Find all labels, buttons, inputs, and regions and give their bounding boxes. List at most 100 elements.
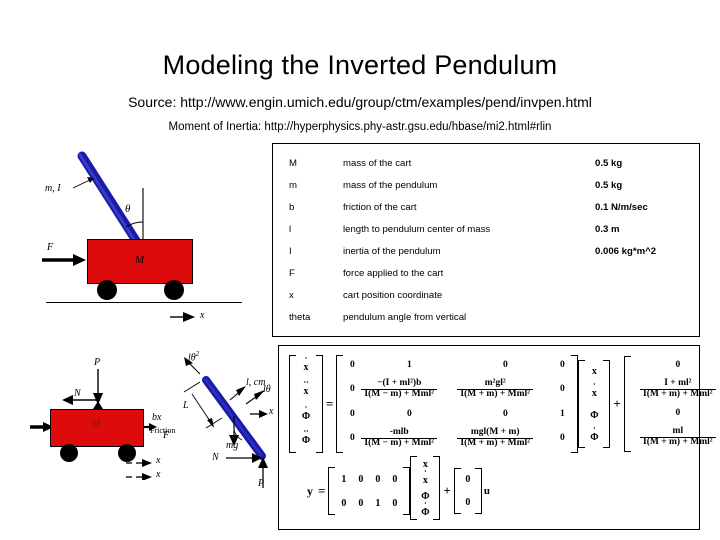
- state-1: x: [591, 365, 597, 377]
- a-matrix-row: 0 -mlb I(M − m) + Mml² mgl(M + m) I(M + …: [343, 426, 571, 449]
- fraction-numerator: I + ml²: [664, 377, 692, 388]
- param-value: [595, 262, 687, 284]
- param-symbol: I: [289, 245, 292, 257]
- pendulum-fbd-tangential-label: lθ: [263, 384, 271, 395]
- c-cell: 1: [341, 473, 347, 485]
- state-deriv-1: x ⋅: [303, 353, 309, 373]
- d-matrix: 0 0: [453, 468, 482, 514]
- state-2: x ⋅: [422, 466, 428, 486]
- bracket-left-icon: [578, 360, 586, 448]
- a-cell: 0: [350, 359, 355, 370]
- c-matrix-row: 1 0 0 0: [335, 474, 403, 485]
- param-description: length to pendulum center of mass: [343, 223, 491, 235]
- fraction-denominator: I(M − m) + Mml²: [361, 388, 438, 400]
- pendulum-fbd-length-label: L: [183, 400, 189, 411]
- param-description: cart position coordinate: [343, 289, 443, 301]
- table-row: x cart position coordinate: [289, 284, 687, 306]
- cart-wheel-left: [97, 280, 117, 300]
- friction-subject: x: [157, 412, 162, 423]
- bracket-right-icon: [474, 468, 482, 514]
- a-matrix-row: 0 0 0 1: [343, 409, 571, 419]
- fraction-denominator: I(M + m) + Mml²: [640, 436, 716, 448]
- cart-position-axis-label: x: [200, 310, 205, 321]
- param-value: 0.5 kg: [595, 179, 623, 191]
- state-derivative-vector: x ⋅ x ⋅⋅ Φ ⋅ Φ ⋅⋅: [289, 353, 323, 453]
- bracket-left-icon: [623, 356, 631, 452]
- a-cell: -mlb I(M − m) + Mml²: [361, 426, 457, 449]
- fraction-denominator: I(M + m) + Mml²: [640, 388, 716, 400]
- state-space-equation-box: x ⋅ x ⋅⋅ Φ ⋅ Φ ⋅⋅ = 0 1 0 0 0 −(I + ml²)…: [278, 345, 716, 530]
- table-row: I inertia of the pendulum 0.006 kg*m^2: [289, 240, 687, 262]
- a-cell: −(I + ml²)b I(M − m) + Mml²: [361, 377, 457, 400]
- a-cell: 0: [503, 408, 508, 419]
- table-row: b friction of the cart 0.1 N/m/sec: [289, 196, 687, 218]
- b-cell: ml I(M + m) + Mml²: [631, 425, 720, 448]
- plus-sign: +: [613, 396, 621, 411]
- param-symbol: M: [289, 157, 297, 169]
- state-4: Φ ⋅: [421, 498, 430, 518]
- cart-wheel-right: [164, 280, 184, 300]
- param-symbol: x: [289, 289, 294, 301]
- a-cell: 0: [560, 384, 565, 395]
- cart-fbd-mass-label: M: [92, 419, 101, 430]
- cart-mass-label: M: [135, 254, 145, 266]
- b-cell: 0: [675, 360, 681, 371]
- source-url-line: Source: http://www.engin.umich.edu/group…: [128, 94, 592, 110]
- input-symbol: u: [483, 485, 490, 497]
- param-description: inertia of the pendulum: [343, 245, 441, 257]
- equals-sign: =: [326, 396, 334, 411]
- fraction-numerator: mgl(M + m): [470, 426, 520, 437]
- parameter-table-box: M mass of the cart 0.5 kg m mass of the …: [272, 143, 700, 337]
- table-row: M mass of the cart 0.5 kg: [289, 152, 687, 174]
- pendulum-free-body-diagram: lθ2 l, cm lθ L x bx Friction mg N P: [150, 351, 275, 492]
- c-cell: 0: [392, 497, 398, 509]
- table-row: m mass of the pendulum 0.5 kg: [289, 174, 687, 196]
- parameter-table: M mass of the cart 0.5 kg m mass of the …: [289, 152, 687, 328]
- state-deriv-2: x ⋅⋅: [303, 378, 309, 398]
- a-matrix: 0 1 0 0 0 −(I + ml²)b I(M − m) + Mml² m²…: [336, 355, 579, 453]
- a-matrix-row: 0 −(I + ml²)b I(M − m) + Mml² m²gl² I(M …: [343, 377, 571, 400]
- param-symbol: b: [289, 201, 295, 213]
- cart-fbd-wheel-right: [118, 444, 136, 462]
- param-value: 0.006 kg*m^2: [595, 245, 657, 257]
- pendulum-fbd-icon: [183, 357, 268, 488]
- output-equation: y = 1 0 0 0 0 0 1 0 x x ⋅ Φ Φ ⋅ + 0 0 u: [307, 456, 490, 521]
- c-cell: 0: [375, 473, 381, 485]
- a-cell: 0: [560, 359, 565, 370]
- state-3: Φ: [590, 409, 599, 421]
- d-cell: 0: [465, 474, 471, 485]
- param-description: friction of the cart: [343, 201, 417, 213]
- cart-fbd-wheel-left: [60, 444, 78, 462]
- pendulum-mass-inertia-label: m, I: [45, 183, 61, 194]
- a-cell: 0: [350, 384, 355, 395]
- pendulum-fbd-weight-label: mg: [226, 440, 239, 451]
- fraction-numerator: -mlb: [389, 426, 409, 437]
- b-cell: I + ml² I(M + m) + Mml²: [631, 377, 720, 400]
- output-symbol: y: [307, 483, 313, 498]
- inertia-reference-line: Moment of Inertia: http://hyperphysics.p…: [168, 121, 552, 133]
- a-matrix-row: 0 1 0 0: [343, 360, 571, 370]
- state-4: Φ ⋅: [590, 423, 599, 443]
- table-row: l length to pendulum center of mass 0.3 …: [289, 218, 687, 240]
- param-value: 0.5 kg: [595, 157, 623, 169]
- a-cell: mgl(M + m) I(M + m) + Mml²: [457, 426, 553, 449]
- a-cell: 0: [407, 408, 412, 419]
- c-matrix-row: 0 0 1 0: [335, 498, 403, 509]
- c-cell: 1: [375, 497, 381, 509]
- pendulum-fbd-normal-label: N: [212, 452, 219, 463]
- cart-fbd-vertical-force-label: P: [94, 357, 101, 368]
- a-cell: m²gl² I(M + m) + Mml²: [457, 378, 553, 400]
- fraction-numerator: −(I + ml²)b: [377, 377, 422, 388]
- table-row: theta pendulum angle from vertical: [289, 306, 687, 328]
- fraction-denominator: I(M − m) + Mml²: [361, 437, 438, 449]
- bracket-right-icon: [571, 355, 579, 453]
- a-cell: 0: [560, 433, 565, 444]
- b-cell: 0: [675, 408, 681, 419]
- page-title: Modeling the Inverted Pendulum: [162, 50, 558, 80]
- param-description: force applied to the cart: [343, 267, 444, 279]
- c-cell: 0: [341, 497, 347, 509]
- slide-root: Modeling the Inverted Pendulum Source: h…: [0, 0, 720, 540]
- plus-sign: +: [443, 483, 451, 498]
- pendulum-fbd-centripetal-label: lθ2: [188, 351, 199, 363]
- fraction-numerator: ml: [672, 425, 684, 436]
